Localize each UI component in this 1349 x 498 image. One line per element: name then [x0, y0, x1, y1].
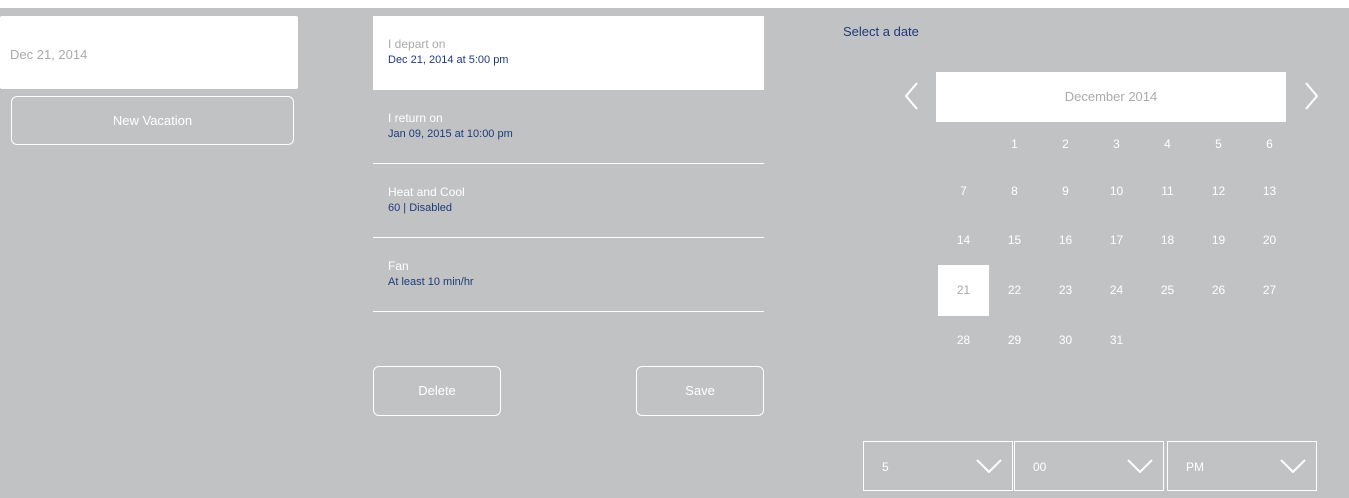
- chevron-left-icon[interactable]: [902, 80, 922, 112]
- month-header: December 2014: [936, 72, 1286, 122]
- save-button[interactable]: Save: [636, 366, 764, 416]
- calendar-day[interactable]: 14: [938, 215, 989, 266]
- calendar-day[interactable]: 18: [1142, 215, 1193, 266]
- chevron-down-icon: [1280, 459, 1306, 474]
- heat-cool-setting[interactable]: Heat and Cool 60 | Disabled: [373, 164, 764, 238]
- fan-value: At least 10 min/hr: [388, 276, 474, 288]
- delete-button[interactable]: Delete: [373, 366, 501, 416]
- calendar-day[interactable]: 12: [1193, 166, 1244, 217]
- calendar-day[interactable]: 31: [1091, 315, 1142, 366]
- calendar-day[interactable]: 22: [989, 265, 1040, 316]
- calendar-day[interactable]: 5: [1193, 119, 1244, 170]
- hour-value: 5: [882, 460, 889, 474]
- calendar-day[interactable]: 17: [1091, 215, 1142, 266]
- calendar-day[interactable]: 16: [1040, 215, 1091, 266]
- calendar-day[interactable]: 1: [989, 119, 1040, 170]
- calendar-day[interactable]: 28: [938, 315, 989, 366]
- calendar-day[interactable]: 10: [1091, 166, 1142, 217]
- fan-setting[interactable]: Fan At least 10 min/hr: [373, 238, 764, 312]
- calendar-day[interactable]: 3: [1091, 119, 1142, 170]
- return-setting[interactable]: I return on Jan 09, 2015 at 10:00 pm: [373, 90, 764, 164]
- calendar-day[interactable]: 27: [1244, 265, 1295, 316]
- calendar-day[interactable]: 2: [1040, 119, 1091, 170]
- vacation-list-item[interactable]: Dec 21, 2014: [0, 16, 298, 89]
- calendar-day[interactable]: 29: [989, 315, 1040, 366]
- return-label: I return on: [388, 111, 443, 125]
- heat-cool-value: 60 | Disabled: [388, 202, 453, 214]
- chevron-down-icon: [1127, 459, 1153, 474]
- calendar-day[interactable]: 24: [1091, 265, 1142, 316]
- heat-cool-label: Heat and Cool: [388, 185, 465, 199]
- minute-select[interactable]: 00: [1014, 441, 1164, 491]
- calendar-day[interactable]: 20: [1244, 215, 1295, 266]
- calendar-day[interactable]: 25: [1142, 265, 1193, 316]
- calendar-day[interactable]: 9: [1040, 166, 1091, 217]
- calendar-day[interactable]: 8: [989, 166, 1040, 217]
- calendar-day[interactable]: 30: [1040, 315, 1091, 366]
- calendar-day[interactable]: 15: [989, 215, 1040, 266]
- depart-setting[interactable]: I depart on Dec 21, 2014 at 5:00 pm: [373, 16, 764, 90]
- minute-value: 00: [1033, 460, 1047, 474]
- calendar-day[interactable]: 4: [1142, 119, 1193, 170]
- depart-value: Dec 21, 2014 at 5:00 pm: [388, 54, 509, 66]
- calendar-day[interactable]: 6: [1244, 119, 1295, 170]
- calendar-day[interactable]: 21: [938, 265, 989, 316]
- ampm-select[interactable]: PM: [1167, 441, 1317, 491]
- chevron-right-icon[interactable]: [1301, 80, 1321, 112]
- return-value: Jan 09, 2015 at 10:00 pm: [388, 128, 513, 140]
- calendar-day[interactable]: 13: [1244, 166, 1295, 217]
- calendar-day[interactable]: 23: [1040, 265, 1091, 316]
- calendar-day[interactable]: 7: [938, 166, 989, 217]
- chevron-down-icon: [976, 459, 1002, 474]
- ampm-value: PM: [1186, 460, 1204, 474]
- calendar-day[interactable]: 11: [1142, 166, 1193, 217]
- new-vacation-button[interactable]: New Vacation: [11, 96, 294, 145]
- vacation-date-label: Dec 21, 2014: [10, 47, 88, 62]
- depart-label: I depart on: [388, 37, 446, 51]
- fan-label: Fan: [388, 259, 409, 273]
- select-date-heading: Select a date: [843, 24, 919, 39]
- hour-select[interactable]: 5: [863, 441, 1013, 491]
- calendar-day[interactable]: 19: [1193, 215, 1244, 266]
- calendar-day[interactable]: 26: [1193, 265, 1244, 316]
- month-label: December 2014: [1064, 89, 1158, 104]
- top-divider: [0, 0, 1349, 8]
